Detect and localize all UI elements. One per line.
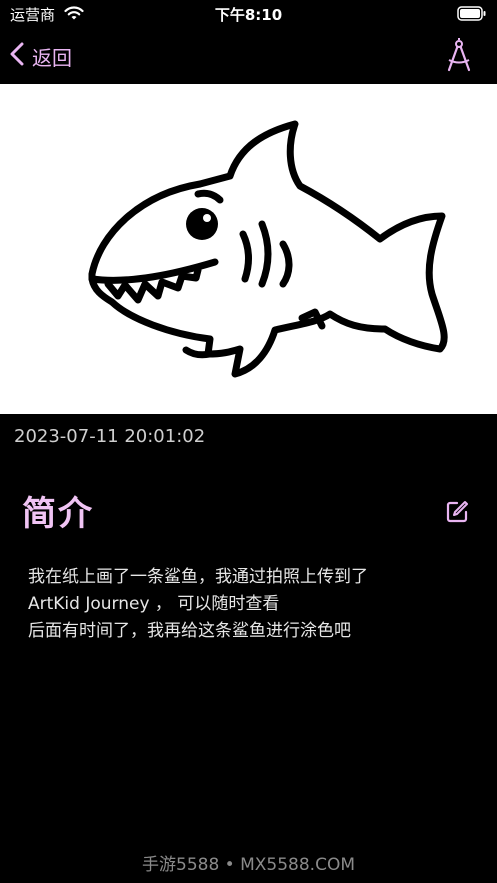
timestamp: 2023-07-11 20:01:02 — [14, 426, 206, 447]
back-button[interactable]: 返回 — [10, 40, 72, 72]
battery-icon — [457, 6, 487, 25]
nav-bar: 返回 — [0, 30, 497, 84]
watermark: 手游5588 • MX5588.COM — [142, 855, 355, 875]
status-clock: 下午8:10 — [214, 6, 283, 24]
description-line: ArtKid Journey ， 可以随时查看 — [28, 594, 280, 614]
edit-button[interactable] — [445, 500, 469, 524]
description-line: 后面有时间了，我再给这条鲨鱼进行涂色吧 — [28, 621, 351, 641]
compass-icon — [443, 38, 475, 78]
status-bar: 运营商 下午8:10 — [0, 0, 497, 30]
section-title: 简介 — [22, 494, 94, 534]
description-line: 我在纸上画了一条鲨鱼，我通过拍照上传到了 — [28, 567, 368, 587]
back-label: 返回 — [32, 45, 72, 70]
compass-button[interactable] — [443, 38, 475, 74]
edit-icon — [445, 501, 469, 528]
artwork-image[interactable] — [0, 84, 497, 414]
description: 我在纸上画了一条鲨鱼，我通过拍照上传到了 ArtKid Journey ， 可以… — [28, 564, 478, 645]
shark-drawing — [88, 120, 448, 378]
chevron-left-icon — [10, 42, 24, 70]
